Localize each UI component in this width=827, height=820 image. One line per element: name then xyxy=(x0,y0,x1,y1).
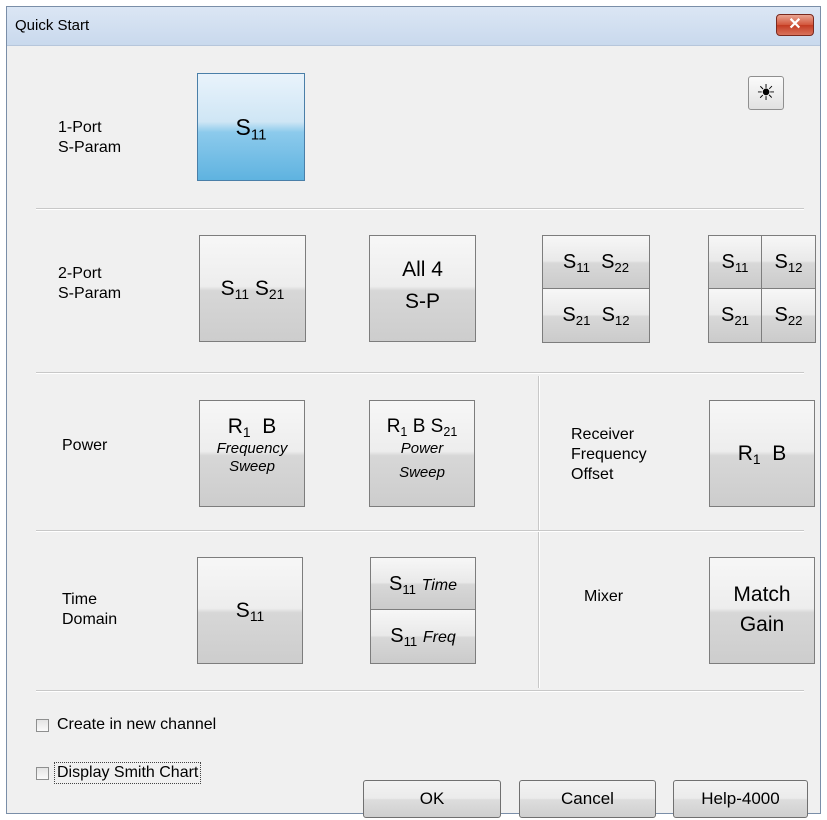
mixer-match-gain-button[interactable]: Match Gain xyxy=(709,557,815,664)
power-text: Power xyxy=(400,440,444,457)
two-port-label-line2: S-Param xyxy=(58,285,122,302)
vertical-divider xyxy=(538,376,540,688)
divider xyxy=(36,372,804,374)
s-text: S xyxy=(562,304,576,326)
s-text: S xyxy=(720,304,735,326)
r-sub: 1 xyxy=(242,424,251,441)
sweep-text: Sweep xyxy=(399,464,445,481)
time-domain-label-line1: Time xyxy=(62,591,97,608)
s-sub: 11 xyxy=(249,608,265,625)
time-domain-time-freq-button[interactable]: S11 Time S11 Freq xyxy=(370,557,476,664)
time-domain-s11-button[interactable]: S11 xyxy=(197,557,303,664)
s-text: S xyxy=(390,625,404,647)
help-button[interactable]: Help-4000 xyxy=(673,780,808,818)
s-text: S xyxy=(254,277,269,300)
time-text: Time xyxy=(421,577,458,594)
tile-cell: S21 S12 xyxy=(543,289,649,342)
tile-cell: S11 xyxy=(709,236,762,289)
divider xyxy=(36,208,804,210)
s-text: S xyxy=(562,251,577,273)
s-sub: 11 xyxy=(250,126,267,144)
s-sub: 11 xyxy=(403,633,418,649)
b-text: B xyxy=(772,442,787,465)
s-text: S xyxy=(774,251,788,273)
s-sub: 11 xyxy=(734,259,749,275)
s-sub: 21 xyxy=(268,286,285,303)
tile-cell: S12 xyxy=(762,236,815,289)
one-port-s11-button[interactable]: S11 xyxy=(197,73,305,181)
display-smith-chart-label[interactable]: Display Smith Chart xyxy=(54,762,202,784)
two-port-s11-s22-s21-s12-button[interactable]: S11 S22 S21 S12 xyxy=(542,235,650,343)
s-text: S xyxy=(388,573,403,595)
r-sub: 1 xyxy=(400,424,408,439)
match-text: Match xyxy=(733,583,791,606)
display-smith-chart-checkbox[interactable] xyxy=(36,767,49,780)
power-label: Power xyxy=(62,437,108,454)
freq-text: Freq xyxy=(422,629,456,646)
all4-line2: S-P xyxy=(404,290,440,313)
s-text: S xyxy=(601,251,615,273)
power-frequency-sweep-button[interactable]: R1 B Frequency Sweep xyxy=(199,400,305,507)
s-text: S xyxy=(774,304,788,326)
time-domain-label-line2: Domain xyxy=(62,611,118,628)
b-text: B xyxy=(262,415,277,438)
gain-text: Gain xyxy=(739,613,785,636)
window-title: Quick Start xyxy=(15,17,90,34)
one-port-label-line2: S-Param xyxy=(58,139,122,156)
one-port-label: 1-Port S-Param xyxy=(58,118,121,158)
s-sub: 11 xyxy=(234,286,250,303)
tile-cell: S21 xyxy=(709,289,762,342)
create-new-channel-label[interactable]: Create in new channel xyxy=(57,715,216,735)
ok-button[interactable]: OK xyxy=(363,780,501,818)
sweep-text: Sweep xyxy=(229,458,275,475)
s-text: S xyxy=(220,277,235,300)
tile-cell: S11 Time xyxy=(371,558,475,610)
two-port-label: 2-Port S-Param xyxy=(58,264,121,304)
receiver-r1-b-button[interactable]: R1 B xyxy=(709,400,815,507)
tile-cell: S11 S22 xyxy=(543,236,649,289)
r-sub: 1 xyxy=(752,451,761,468)
close-button[interactable]: ✕ xyxy=(776,14,814,36)
s-sub: 22 xyxy=(787,312,803,328)
frequency-text: Frequency xyxy=(216,440,288,457)
two-port-label-line1: 2-Port xyxy=(58,265,102,282)
s-sub: 12 xyxy=(787,259,803,275)
tile-cell: S11 Freq xyxy=(371,610,475,663)
s-text: S xyxy=(601,304,615,326)
s-sub: 21 xyxy=(734,312,749,328)
s-sub: 11 xyxy=(576,259,590,275)
one-port-label-line1: 1-Port xyxy=(58,119,102,136)
r-text: R xyxy=(386,416,401,437)
b-text: B xyxy=(412,416,426,437)
r-text: R xyxy=(227,415,243,438)
receiver-label: Receiver Frequency Offset xyxy=(571,425,647,485)
divider xyxy=(36,530,804,532)
receiver-label-line2: Frequency xyxy=(571,446,647,463)
all4-line1: All 4 xyxy=(402,258,443,281)
s-sub: 22 xyxy=(614,259,630,275)
s-text: S xyxy=(430,416,444,437)
brightness-icon[interactable]: ☀ xyxy=(748,76,784,110)
s-sub: 12 xyxy=(614,312,630,328)
power-sweep-button[interactable]: R1 B S21 Power Sweep xyxy=(369,400,475,507)
s-sub: 21 xyxy=(575,312,591,328)
divider xyxy=(36,690,804,692)
s-sub: 21 xyxy=(443,424,458,439)
all-4-sp-button[interactable]: All 4 S-P xyxy=(369,235,476,342)
time-domain-label: Time Domain xyxy=(62,590,117,630)
receiver-label-line3: Offset xyxy=(571,466,614,483)
s-text: S xyxy=(235,599,250,622)
tile-cell: S22 xyxy=(762,289,815,342)
s-text: S xyxy=(721,251,735,273)
cancel-button[interactable]: Cancel xyxy=(519,780,656,818)
r-text: R xyxy=(737,442,753,465)
s-text: S xyxy=(235,114,251,140)
mixer-label: Mixer xyxy=(584,588,624,605)
s-sub: 11 xyxy=(402,581,417,597)
two-port-s11-s21-button[interactable]: S11 S21 xyxy=(199,235,306,342)
two-port-four-quadrant-button[interactable]: S11 S12 S21 S22 xyxy=(708,235,816,343)
create-new-channel-checkbox[interactable] xyxy=(36,719,49,732)
title-bar: Quick Start ✕ xyxy=(7,7,820,46)
receiver-label-line1: Receiver xyxy=(571,426,635,443)
